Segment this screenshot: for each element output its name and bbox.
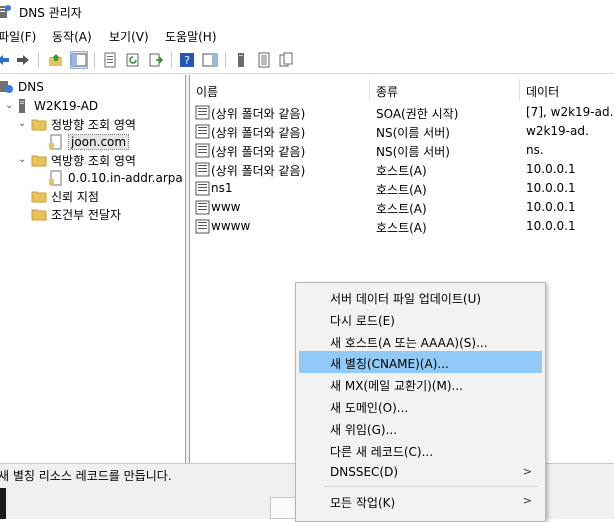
menu-separator xyxy=(324,486,538,487)
svg-text:?: ? xyxy=(184,54,190,67)
folder-icon xyxy=(31,191,47,203)
table-row[interactable]: (상위 폴더와 같음) SOA(권한 시작) [7], w2k19-ad., h xyxy=(190,103,614,122)
menu-item-new-domain[interactable]: 새 도메인(O)... xyxy=(299,395,542,417)
menu-action[interactable]: 동작(A) xyxy=(52,28,92,45)
tree-item-joon-com[interactable]: joon.com xyxy=(48,133,130,151)
dns-manager-app-icon xyxy=(0,5,11,18)
show-hide-console-tree-icon[interactable] xyxy=(70,51,88,69)
record-icon xyxy=(195,105,210,120)
table-row[interactable]: www 호스트(A) 10.0.0.1 xyxy=(190,198,614,217)
menu-item-new-host[interactable]: 새 호스트(A 또는 AAAA)(S)... xyxy=(299,330,542,352)
column-header-type[interactable]: 종류 xyxy=(370,79,520,101)
menu-view[interactable]: 보기(V) xyxy=(109,28,149,45)
record-icon xyxy=(195,162,210,177)
tree-item-server[interactable]: W2K19-AD xyxy=(14,97,98,115)
context-menu: 서버 데이터 파일 업데이트(U) 다시 로드(E) 새 호스트(A 또는 AA… xyxy=(295,282,546,522)
menu-file[interactable]: 파일(F) xyxy=(0,28,36,45)
menu-item-other-new-records[interactable]: 다른 새 레코드(C)... xyxy=(299,439,542,461)
tree-item-trust-points[interactable]: 신뢰 지점 xyxy=(31,187,99,205)
zone-icon xyxy=(49,170,62,186)
back-arrow-icon[interactable] xyxy=(0,51,12,69)
chevron-right-icon: > xyxy=(522,494,532,507)
tree-item-forward-lookup-zones[interactable]: 정방향 조회 영역 xyxy=(31,115,136,133)
zone-icon xyxy=(49,134,62,150)
folder-icon xyxy=(31,119,47,131)
folder-icon xyxy=(31,209,47,221)
export-list-icon[interactable] xyxy=(147,51,165,69)
record-icon xyxy=(195,143,210,158)
refresh-icon[interactable] xyxy=(124,51,142,69)
title-bar: DNS 관리자 xyxy=(0,0,614,24)
tree-item-conditional-forwarders[interactable]: 조건부 전달자 xyxy=(31,205,121,223)
table-row[interactable]: (상위 폴더와 같음) NS(이름 서버) ns. xyxy=(190,141,614,160)
chevron-right-icon: > xyxy=(522,465,532,478)
record-icon xyxy=(195,124,210,139)
tree-item-reverse-zone[interactable]: 0.0.10.in-addr.arpa xyxy=(48,169,183,187)
action-pane-icon[interactable] xyxy=(201,51,219,69)
record-icon xyxy=(195,200,210,215)
tree-item-dns[interactable]: DNS xyxy=(0,78,44,96)
menu-item-all-tasks[interactable]: 모든 작업(K) > xyxy=(299,490,542,512)
server-icon xyxy=(19,99,25,113)
menu-item-new-delegation[interactable]: 새 위임(G)... xyxy=(299,417,542,439)
table-row[interactable]: wwww 호스트(A) 10.0.0.1 xyxy=(190,217,614,236)
menu-item-new-alias[interactable]: 새 별칭(CNAME)(A)... xyxy=(299,351,542,373)
dns-icon xyxy=(0,81,13,93)
status-text: 새 별칭 리소스 레코드를 만듭니다. xyxy=(0,469,172,483)
menu-help[interactable]: 도움말(H) xyxy=(165,28,217,45)
records-icon[interactable] xyxy=(255,51,273,69)
column-header-data[interactable]: 데이터 xyxy=(520,79,614,101)
up-folder-icon[interactable] xyxy=(47,51,65,69)
table-row[interactable]: ns1 호스트(A) 10.0.0.1 xyxy=(190,179,614,198)
window-title: DNS 관리자 xyxy=(19,6,82,20)
server-icon[interactable] xyxy=(232,51,250,69)
table-row[interactable]: (상위 폴더와 같음) NS(이름 서버) w2k19-ad. xyxy=(190,122,614,141)
forward-arrow-icon[interactable] xyxy=(14,51,32,69)
menu-item-new-mx[interactable]: 새 MX(메일 교환기)(M)... xyxy=(299,373,542,395)
copy-icon[interactable] xyxy=(277,51,295,69)
folder-icon xyxy=(31,155,47,167)
console-tree: DNS ⌄ W2K19-AD ⌄ 정방향 조회 영역 joon.com ⌄ 역방… xyxy=(0,75,186,463)
table-row[interactable]: (상위 폴더와 같음) 호스트(A) 10.0.0.1 xyxy=(190,160,614,179)
chevron-down-icon[interactable]: ⌄ xyxy=(5,100,13,111)
tree-item-reverse-lookup-zones[interactable]: 역방향 조회 영역 xyxy=(31,151,136,169)
properties-icon[interactable] xyxy=(101,51,119,69)
chevron-down-icon[interactable]: ⌄ xyxy=(18,154,26,165)
menu-item-update-server-data-file[interactable]: 서버 데이터 파일 업데이트(U) xyxy=(299,286,542,308)
help-icon[interactable]: ? xyxy=(178,51,196,69)
chevron-down-icon[interactable]: ⌄ xyxy=(18,118,26,129)
menu-bar: 파일(F) 동작(A) 보기(V) 도움말(H) xyxy=(0,24,614,46)
record-icon xyxy=(195,219,210,234)
menu-item-reload[interactable]: 다시 로드(E) xyxy=(299,308,542,330)
menu-item-dnssec[interactable]: DNSSEC(D) > xyxy=(299,461,542,483)
toolbar: ? xyxy=(0,46,614,74)
record-icon xyxy=(195,181,210,196)
column-header-name[interactable]: 이름 xyxy=(190,79,370,101)
